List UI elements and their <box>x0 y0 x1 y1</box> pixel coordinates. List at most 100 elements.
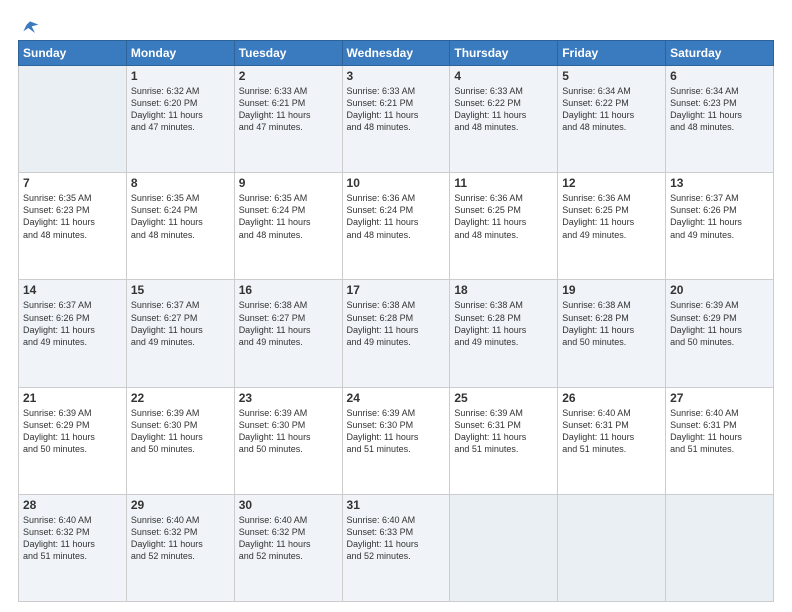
calendar-cell: 20 Sunrise: 6:39 AM Sunset: 6:29 PM Dayli… <box>666 280 774 387</box>
day-number: 1 <box>131 69 230 83</box>
day-info: Sunrise: 6:33 AM Sunset: 6:21 PM Dayligh… <box>347 85 446 134</box>
col-header-sunday: Sunday <box>19 41 127 66</box>
day-info: Sunrise: 6:39 AM Sunset: 6:29 PM Dayligh… <box>23 407 122 456</box>
logo <box>18 18 40 34</box>
day-info: Sunrise: 6:38 AM Sunset: 6:28 PM Dayligh… <box>562 299 661 348</box>
calendar-cell: 26 Sunrise: 6:40 AM Sunset: 6:31 PM Dayli… <box>558 387 666 494</box>
day-info: Sunrise: 6:33 AM Sunset: 6:21 PM Dayligh… <box>239 85 338 134</box>
calendar-cell <box>450 494 558 601</box>
col-header-saturday: Saturday <box>666 41 774 66</box>
col-header-monday: Monday <box>126 41 234 66</box>
day-number: 7 <box>23 176 122 190</box>
calendar-cell <box>558 494 666 601</box>
day-info: Sunrise: 6:34 AM Sunset: 6:23 PM Dayligh… <box>670 85 769 134</box>
day-info: Sunrise: 6:39 AM Sunset: 6:30 PM Dayligh… <box>347 407 446 456</box>
calendar-cell: 29Sunrise: 6:40 AM Sunset: 6:32 PM Dayli… <box>126 494 234 601</box>
calendar-cell: 4 Sunrise: 6:33 AM Sunset: 6:22 PM Daylig… <box>450 66 558 173</box>
col-header-thursday: Thursday <box>450 41 558 66</box>
calendar-cell: 9 Sunrise: 6:35 AM Sunset: 6:24 PM Daylig… <box>234 173 342 280</box>
calendar-cell: 21 Sunrise: 6:39 AM Sunset: 6:29 PM Dayli… <box>19 387 127 494</box>
calendar-week-row: 21 Sunrise: 6:39 AM Sunset: 6:29 PM Dayli… <box>19 387 774 494</box>
calendar-cell: 31Sunrise: 6:40 AM Sunset: 6:33 PM Dayli… <box>342 494 450 601</box>
day-number: 12 <box>562 176 661 190</box>
calendar-cell: 18Sunrise: 6:38 AM Sunset: 6:28 PM Dayli… <box>450 280 558 387</box>
day-info: Sunrise: 6:39 AM Sunset: 6:30 PM Dayligh… <box>131 407 230 456</box>
calendar-cell: 23Sunrise: 6:39 AM Sunset: 6:30 PM Dayli… <box>234 387 342 494</box>
calendar-table: SundayMondayTuesdayWednesdayThursdayFrid… <box>18 40 774 602</box>
calendar-cell: 30 Sunrise: 6:40 AM Sunset: 6:32 PM Dayli… <box>234 494 342 601</box>
day-info: Sunrise: 6:37 AM Sunset: 6:26 PM Dayligh… <box>670 192 769 241</box>
day-number: 22 <box>131 391 230 405</box>
day-info: Sunrise: 6:38 AM Sunset: 6:28 PM Dayligh… <box>454 299 553 348</box>
day-info: Sunrise: 6:33 AM Sunset: 6:22 PM Dayligh… <box>454 85 553 134</box>
day-info: Sunrise: 6:39 AM Sunset: 6:31 PM Dayligh… <box>454 407 553 456</box>
day-info: Sunrise: 6:40 AM Sunset: 6:32 PM Dayligh… <box>239 514 338 563</box>
day-number: 3 <box>347 69 446 83</box>
page: SundayMondayTuesdayWednesdayThursdayFrid… <box>0 0 792 612</box>
header <box>18 18 774 34</box>
calendar-cell: 13 Sunrise: 6:37 AM Sunset: 6:26 PM Dayli… <box>666 173 774 280</box>
calendar-cell: 7 Sunrise: 6:35 AM Sunset: 6:23 PM Daylig… <box>19 173 127 280</box>
day-info: Sunrise: 6:40 AM Sunset: 6:31 PM Dayligh… <box>562 407 661 456</box>
day-number: 27 <box>670 391 769 405</box>
day-number: 19 <box>562 283 661 297</box>
day-number: 30 <box>239 498 338 512</box>
day-info: Sunrise: 6:36 AM Sunset: 6:25 PM Dayligh… <box>562 192 661 241</box>
day-number: 6 <box>670 69 769 83</box>
calendar-cell: 12 Sunrise: 6:36 AM Sunset: 6:25 PM Dayli… <box>558 173 666 280</box>
calendar-cell: 2 Sunrise: 6:33 AM Sunset: 6:21 PM Daylig… <box>234 66 342 173</box>
day-info: Sunrise: 6:35 AM Sunset: 6:23 PM Dayligh… <box>23 192 122 241</box>
calendar-cell: 15Sunrise: 6:37 AM Sunset: 6:27 PM Dayli… <box>126 280 234 387</box>
day-number: 9 <box>239 176 338 190</box>
calendar-cell <box>666 494 774 601</box>
col-header-wednesday: Wednesday <box>342 41 450 66</box>
calendar-cell: 8Sunrise: 6:35 AM Sunset: 6:24 PM Daylig… <box>126 173 234 280</box>
calendar-cell: 24 Sunrise: 6:39 AM Sunset: 6:30 PM Dayli… <box>342 387 450 494</box>
day-info: Sunrise: 6:39 AM Sunset: 6:29 PM Dayligh… <box>670 299 769 348</box>
day-number: 26 <box>562 391 661 405</box>
calendar-cell: 14 Sunrise: 6:37 AM Sunset: 6:26 PM Dayli… <box>19 280 127 387</box>
calendar-cell: 1Sunrise: 6:32 AM Sunset: 6:20 PM Daylig… <box>126 66 234 173</box>
calendar-week-row: 7 Sunrise: 6:35 AM Sunset: 6:23 PM Daylig… <box>19 173 774 280</box>
day-number: 2 <box>239 69 338 83</box>
calendar-cell: 16Sunrise: 6:38 AM Sunset: 6:27 PM Dayli… <box>234 280 342 387</box>
col-header-friday: Friday <box>558 41 666 66</box>
day-info: Sunrise: 6:34 AM Sunset: 6:22 PM Dayligh… <box>562 85 661 134</box>
day-info: Sunrise: 6:37 AM Sunset: 6:27 PM Dayligh… <box>131 299 230 348</box>
day-info: Sunrise: 6:37 AM Sunset: 6:26 PM Dayligh… <box>23 299 122 348</box>
calendar-cell: 28 Sunrise: 6:40 AM Sunset: 6:32 PM Dayli… <box>19 494 127 601</box>
day-info: Sunrise: 6:40 AM Sunset: 6:33 PM Dayligh… <box>347 514 446 563</box>
calendar-cell: 6 Sunrise: 6:34 AM Sunset: 6:23 PM Daylig… <box>666 66 774 173</box>
day-number: 20 <box>670 283 769 297</box>
day-info: Sunrise: 6:39 AM Sunset: 6:30 PM Dayligh… <box>239 407 338 456</box>
day-info: Sunrise: 6:36 AM Sunset: 6:25 PM Dayligh… <box>454 192 553 241</box>
day-number: 24 <box>347 391 446 405</box>
day-info: Sunrise: 6:40 AM Sunset: 6:32 PM Dayligh… <box>23 514 122 563</box>
day-number: 10 <box>347 176 446 190</box>
day-number: 4 <box>454 69 553 83</box>
calendar-cell: 5 Sunrise: 6:34 AM Sunset: 6:22 PM Daylig… <box>558 66 666 173</box>
day-number: 5 <box>562 69 661 83</box>
day-number: 28 <box>23 498 122 512</box>
calendar-cell: 25 Sunrise: 6:39 AM Sunset: 6:31 PM Dayli… <box>450 387 558 494</box>
day-info: Sunrise: 6:40 AM Sunset: 6:32 PM Dayligh… <box>131 514 230 563</box>
day-info: Sunrise: 6:35 AM Sunset: 6:24 PM Dayligh… <box>131 192 230 241</box>
day-number: 14 <box>23 283 122 297</box>
calendar-header-row: SundayMondayTuesdayWednesdayThursdayFrid… <box>19 41 774 66</box>
day-info: Sunrise: 6:40 AM Sunset: 6:31 PM Dayligh… <box>670 407 769 456</box>
calendar-cell <box>19 66 127 173</box>
day-info: Sunrise: 6:36 AM Sunset: 6:24 PM Dayligh… <box>347 192 446 241</box>
calendar-cell: 22 Sunrise: 6:39 AM Sunset: 6:30 PM Dayli… <box>126 387 234 494</box>
day-info: Sunrise: 6:38 AM Sunset: 6:27 PM Dayligh… <box>239 299 338 348</box>
calendar-week-row: 28 Sunrise: 6:40 AM Sunset: 6:32 PM Dayli… <box>19 494 774 601</box>
day-number: 25 <box>454 391 553 405</box>
calendar-cell: 19 Sunrise: 6:38 AM Sunset: 6:28 PM Dayli… <box>558 280 666 387</box>
calendar-cell: 3 Sunrise: 6:33 AM Sunset: 6:21 PM Daylig… <box>342 66 450 173</box>
calendar-cell: 10 Sunrise: 6:36 AM Sunset: 6:24 PM Dayli… <box>342 173 450 280</box>
calendar-cell: 27 Sunrise: 6:40 AM Sunset: 6:31 PM Dayli… <box>666 387 774 494</box>
calendar-week-row: 14 Sunrise: 6:37 AM Sunset: 6:26 PM Dayli… <box>19 280 774 387</box>
logo-bird-icon <box>20 18 40 38</box>
day-number: 13 <box>670 176 769 190</box>
day-number: 21 <box>23 391 122 405</box>
day-info: Sunrise: 6:35 AM Sunset: 6:24 PM Dayligh… <box>239 192 338 241</box>
